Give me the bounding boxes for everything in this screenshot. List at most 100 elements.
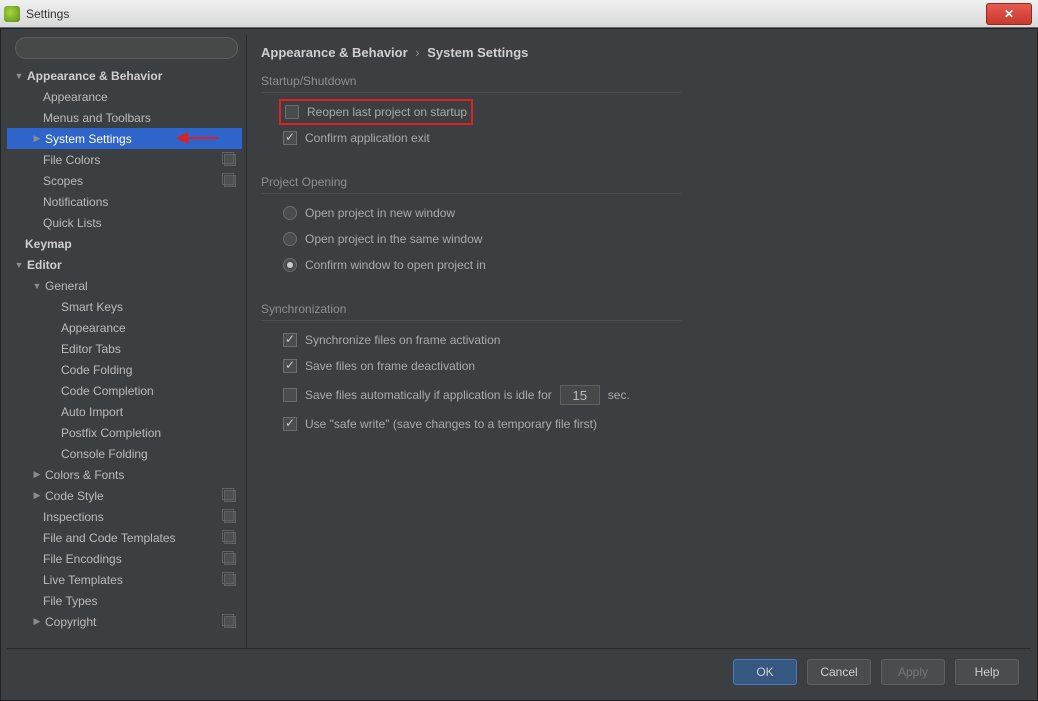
tree-item-console-folding[interactable]: Console Folding bbox=[7, 443, 242, 464]
help-button[interactable]: Help bbox=[955, 659, 1019, 685]
tree-item-inspections[interactable]: Inspections bbox=[7, 506, 242, 527]
breadcrumb-parent: Appearance & Behavior bbox=[261, 45, 408, 60]
tree-item-editor-tabs[interactable]: Editor Tabs bbox=[7, 338, 242, 359]
tree-item-label: Quick Lists bbox=[43, 216, 236, 230]
chevron-right-icon: ▶ bbox=[31, 469, 43, 480]
tree-item-label: Code Completion bbox=[61, 384, 236, 398]
tree-item-file-types[interactable]: File Types bbox=[7, 590, 242, 611]
tree-item-label: Live Templates bbox=[43, 573, 220, 587]
idle-seconds-input[interactable] bbox=[560, 385, 600, 405]
tree-item-label: Menus and Toolbars bbox=[43, 111, 236, 125]
settings-sidebar: ▼Appearance & BehaviorAppearanceMenus an… bbox=[7, 35, 247, 648]
settings-content: Appearance & Behavior › System Settings … bbox=[247, 35, 1031, 648]
checkbox-safe-write[interactable] bbox=[283, 417, 297, 431]
copy-profile-icon bbox=[224, 175, 236, 187]
close-icon: ✕ bbox=[1004, 7, 1014, 21]
tree-item-label: File Encodings bbox=[43, 552, 220, 566]
app-icon bbox=[4, 6, 20, 22]
cancel-button[interactable]: Cancel bbox=[807, 659, 871, 685]
tree-item-label: Appearance & Behavior bbox=[27, 69, 236, 83]
tree-item-label: Scopes bbox=[43, 174, 220, 188]
tree-item-appearance-behavior[interactable]: ▼Appearance & Behavior bbox=[7, 65, 242, 86]
tree-item-appearance[interactable]: Appearance bbox=[7, 317, 242, 338]
search-input[interactable] bbox=[15, 37, 238, 59]
apply-button[interactable]: Apply bbox=[881, 659, 945, 685]
checkbox-label: Save files on frame deactivation bbox=[305, 359, 475, 373]
settings-tree[interactable]: ▼Appearance & BehaviorAppearanceMenus an… bbox=[7, 65, 246, 648]
chevron-down-icon: ▼ bbox=[13, 71, 25, 81]
copy-profile-icon bbox=[224, 490, 236, 502]
checkbox-label: Reopen last project on startup bbox=[307, 105, 467, 119]
tree-item-label: Postfix Completion bbox=[61, 426, 236, 440]
tree-item-file-colors[interactable]: File Colors bbox=[7, 149, 242, 170]
radio-confirm-window[interactable] bbox=[283, 258, 297, 272]
tree-item-menus-and-toolbars[interactable]: Menus and Toolbars bbox=[7, 107, 242, 128]
tree-item-code-folding[interactable]: Code Folding bbox=[7, 359, 242, 380]
copy-profile-icon bbox=[224, 553, 236, 565]
tree-item-appearance[interactable]: Appearance bbox=[7, 86, 242, 107]
tree-item-general[interactable]: ▼General bbox=[7, 275, 242, 296]
tree-item-label: Editor Tabs bbox=[61, 342, 236, 356]
tree-item-file-and-code-templates[interactable]: File and Code Templates bbox=[7, 527, 242, 548]
window-title: Settings bbox=[26, 7, 69, 21]
checkbox-save-on-deactivation[interactable] bbox=[283, 359, 297, 373]
chevron-right-icon: ▶ bbox=[31, 490, 43, 501]
tree-item-label: Smart Keys bbox=[61, 300, 236, 314]
breadcrumb-separator: › bbox=[415, 45, 419, 60]
titlebar: Settings ✕ bbox=[0, 0, 1038, 28]
tree-item-file-encodings[interactable]: File Encodings bbox=[7, 548, 242, 569]
section-startup-shutdown: Startup/Shutdown Reopen last project on … bbox=[261, 74, 681, 151]
section-title: Synchronization bbox=[261, 302, 681, 321]
tree-item-postfix-completion[interactable]: Postfix Completion bbox=[7, 422, 242, 443]
window-close-button[interactable]: ✕ bbox=[986, 3, 1032, 25]
tree-item-label: Appearance bbox=[61, 321, 236, 335]
tree-item-label: Appearance bbox=[43, 90, 236, 104]
chevron-down-icon: ▼ bbox=[31, 281, 43, 291]
section-title: Startup/Shutdown bbox=[261, 74, 681, 93]
tree-item-copyright[interactable]: ▶Copyright bbox=[7, 611, 242, 632]
checkbox-confirm-exit[interactable] bbox=[283, 131, 297, 145]
chevron-right-icon: ▶ bbox=[31, 133, 43, 144]
tree-item-label: Console Folding bbox=[61, 447, 236, 461]
ok-button[interactable]: OK bbox=[733, 659, 797, 685]
breadcrumb: Appearance & Behavior › System Settings bbox=[261, 39, 1017, 74]
tree-item-label: Notifications bbox=[43, 195, 236, 209]
radio-open-new-window[interactable] bbox=[283, 206, 297, 220]
tree-item-label: File Types bbox=[43, 594, 236, 608]
tree-item-notifications[interactable]: Notifications bbox=[7, 191, 242, 212]
tree-item-colors-fonts[interactable]: ▶Colors & Fonts bbox=[7, 464, 242, 485]
checkbox-reopen-last-project[interactable] bbox=[285, 105, 299, 119]
tree-item-label: File Colors bbox=[43, 153, 220, 167]
radio-label: Open project in new window bbox=[305, 206, 455, 220]
tree-item-label: Auto Import bbox=[61, 405, 236, 419]
tree-item-label: Editor bbox=[27, 258, 236, 272]
checkbox-label: Use "safe write" (save changes to a temp… bbox=[305, 417, 597, 431]
tree-item-label: System Settings bbox=[45, 132, 236, 146]
tree-item-scopes[interactable]: Scopes bbox=[7, 170, 242, 191]
tree-item-quick-lists[interactable]: Quick Lists bbox=[7, 212, 242, 233]
chevron-right-icon: ▶ bbox=[31, 616, 43, 627]
tree-item-code-completion[interactable]: Code Completion bbox=[7, 380, 242, 401]
highlighted-option: Reopen last project on startup bbox=[279, 99, 473, 125]
tree-item-label: Keymap bbox=[25, 237, 236, 251]
tree-item-code-style[interactable]: ▶Code Style bbox=[7, 485, 242, 506]
breadcrumb-current: System Settings bbox=[427, 45, 528, 60]
checkbox-label: Synchronize files on frame activation bbox=[305, 333, 500, 347]
tree-item-live-templates[interactable]: Live Templates bbox=[7, 569, 242, 590]
checkbox-save-idle[interactable] bbox=[283, 388, 297, 402]
radio-open-same-window[interactable] bbox=[283, 232, 297, 246]
tree-item-keymap[interactable]: Keymap bbox=[7, 233, 242, 254]
tree-item-auto-import[interactable]: Auto Import bbox=[7, 401, 242, 422]
tree-item-label: File and Code Templates bbox=[43, 531, 220, 545]
tree-item-editor[interactable]: ▼Editor bbox=[7, 254, 242, 275]
tree-item-label: Copyright bbox=[45, 615, 220, 629]
tree-item-label: Code Style bbox=[45, 489, 220, 503]
copy-profile-icon bbox=[224, 574, 236, 586]
section-title: Project Opening bbox=[261, 175, 681, 194]
settings-dialog: ▼Appearance & BehaviorAppearanceMenus an… bbox=[0, 28, 1038, 701]
tree-item-system-settings[interactable]: ▶System Settings bbox=[7, 128, 242, 149]
copy-profile-icon bbox=[224, 511, 236, 523]
radio-label: Open project in the same window bbox=[305, 232, 482, 246]
checkbox-sync-on-activation[interactable] bbox=[283, 333, 297, 347]
tree-item-smart-keys[interactable]: Smart Keys bbox=[7, 296, 242, 317]
